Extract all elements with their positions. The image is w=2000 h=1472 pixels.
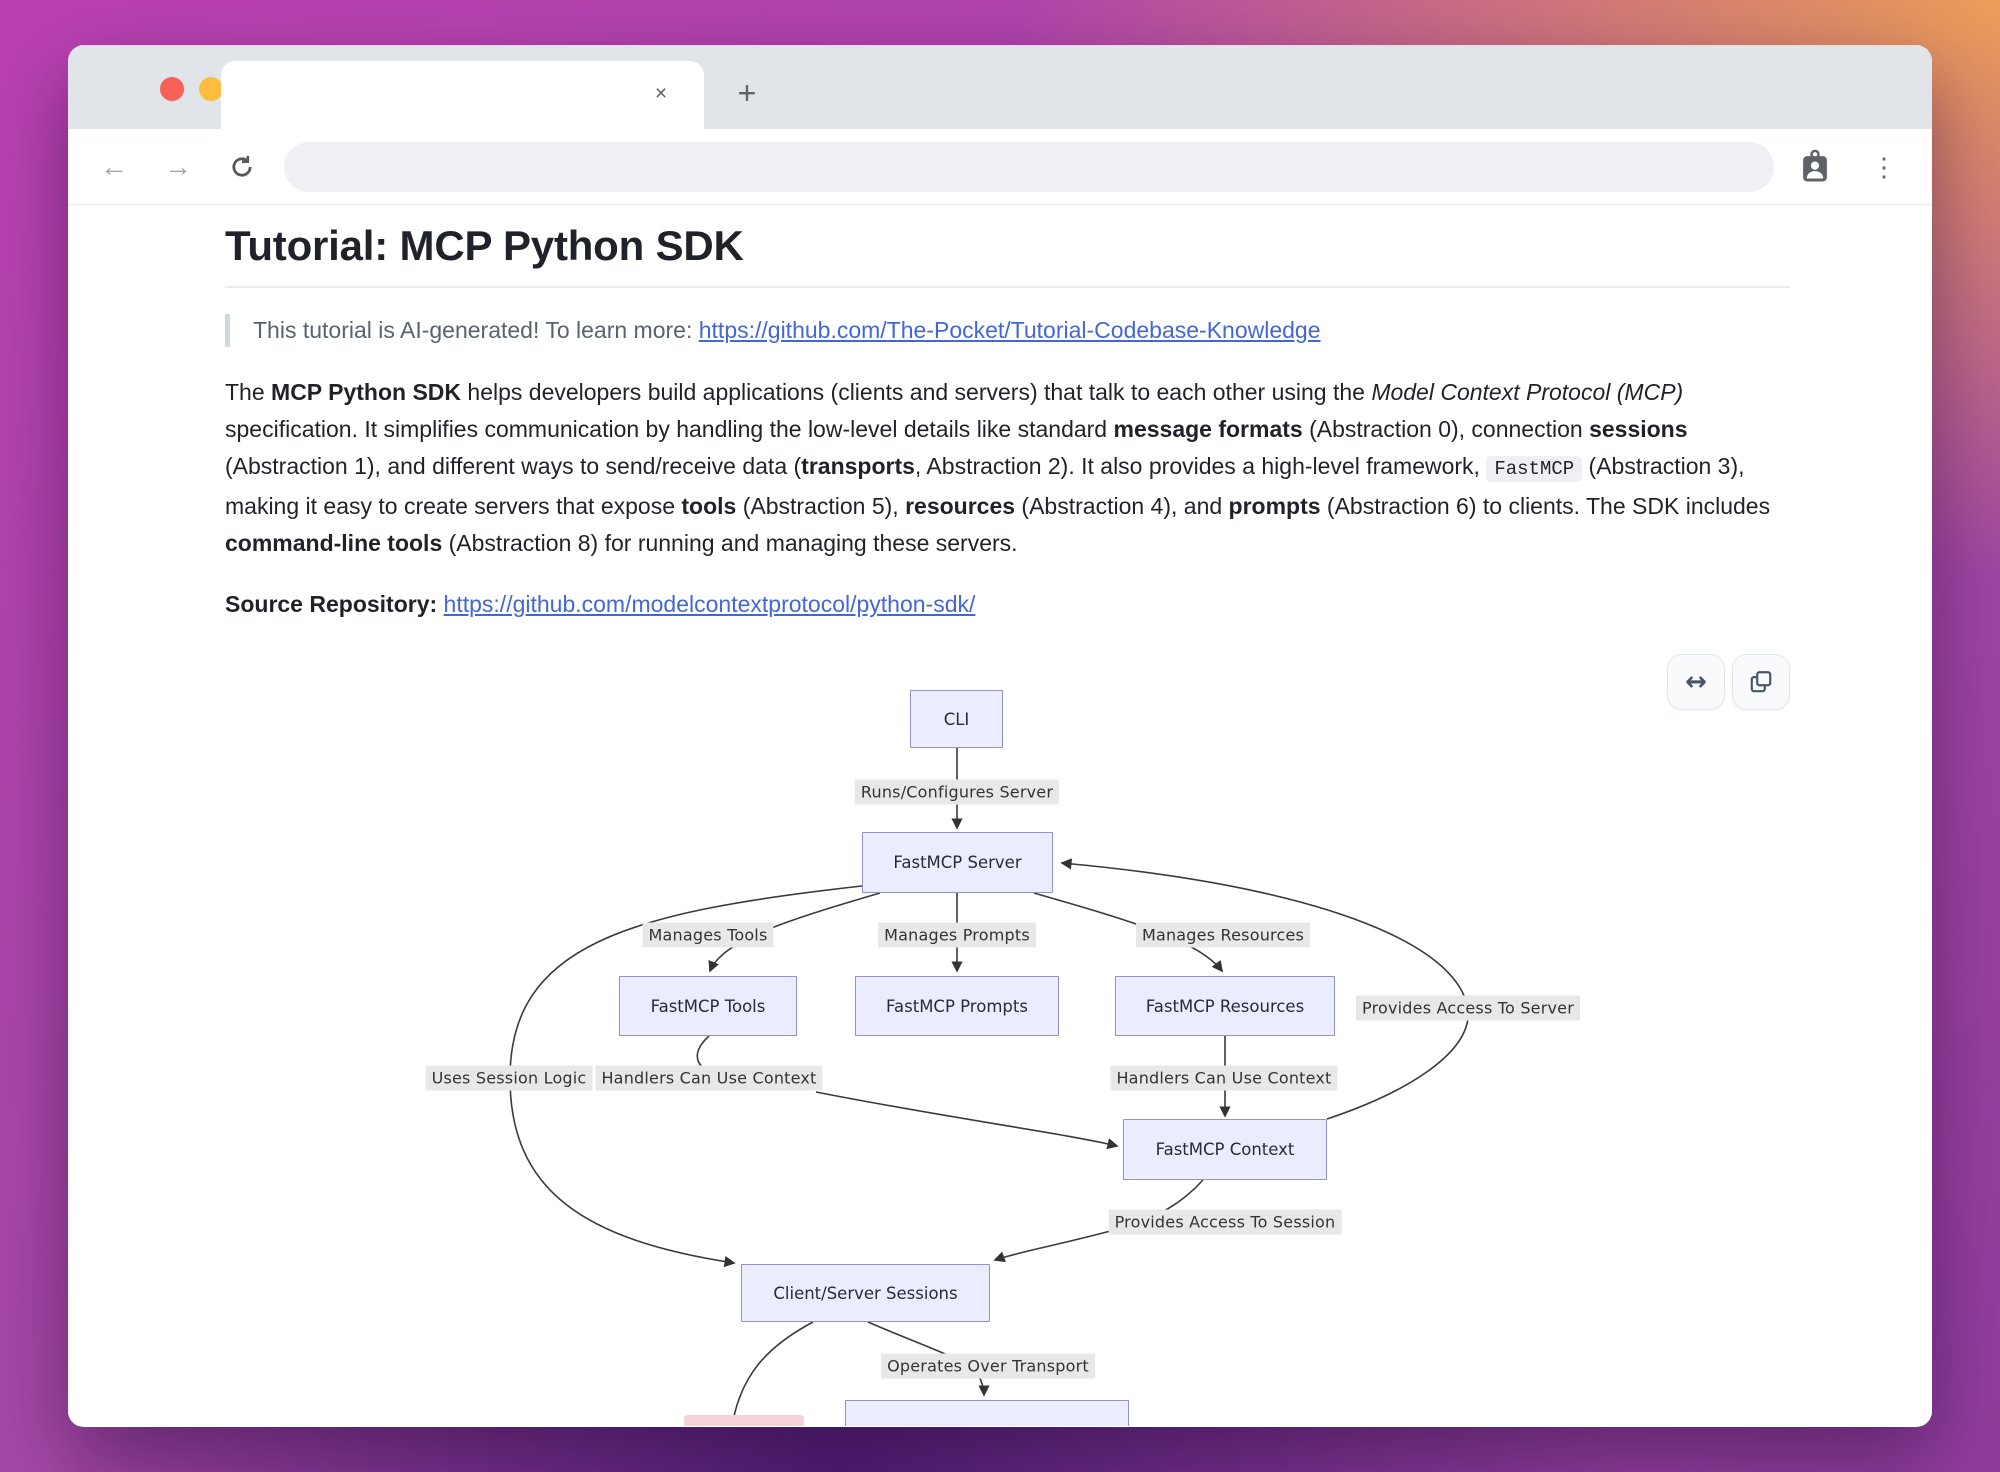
diagram-node-tools: FastMCP Tools <box>619 976 797 1036</box>
intro-text-segment: (Abstraction 4), and <box>1015 493 1229 519</box>
minimize-window-button[interactable] <box>199 77 223 101</box>
diagram-node-sessions: Client/Server Sessions <box>741 1264 990 1322</box>
expand-icon: ↔ <box>1685 667 1707 697</box>
source-repository-link[interactable]: https://github.com/modelcontextprotocol/… <box>444 591 976 617</box>
edge-label-manages-tools: Manages Tools <box>643 923 774 948</box>
intro-text-segment: (Abstraction 1), and different ways to s… <box>225 453 801 479</box>
intro-text-segment: MCP Python SDK <box>271 379 461 405</box>
intro-text-segment: prompts <box>1229 493 1321 519</box>
intro-text-segment: helps developers build applications (cli… <box>461 379 1371 405</box>
diagram-node-resources: FastMCP Resources <box>1115 976 1335 1036</box>
back-arrow-icon[interactable]: ← <box>88 141 140 193</box>
forward-arrow-icon[interactable]: → <box>152 141 204 193</box>
source-repository-line: Source Repository: https://github.com/mo… <box>225 591 1790 618</box>
diagram-node-cli: CLI <box>910 690 1003 748</box>
page-title: Tutorial: MCP Python SDK <box>225 222 1790 270</box>
url-input[interactable] <box>284 142 1774 192</box>
intro-text-segment: tools <box>681 493 736 519</box>
tutorial-link[interactable]: https://github.com/The-Pocket/Tutorial-C… <box>699 317 1321 343</box>
browser-toolbar: ← → ⋮ <box>68 129 1932 205</box>
intro-text-segment: specification. It simplifies communicati… <box>225 416 1114 442</box>
intro-text-segment: sessions <box>1589 416 1687 442</box>
diagram-node-context: FastMCP Context <box>1123 1119 1327 1180</box>
intro-text-segment: Model Context Protocol (MCP) <box>1371 379 1683 405</box>
source-repository-label: Source Repository: <box>225 591 444 617</box>
browser-tab[interactable]: × <box>221 61 704 129</box>
intro-text-segment: (Abstraction 0), connection <box>1303 416 1589 442</box>
intro-text-segment: (Abstraction 5), <box>736 493 905 519</box>
intro-text-segment: (Abstraction 8) for running and managing… <box>442 530 1017 556</box>
intro-text-segment: The <box>225 379 271 405</box>
expand-diagram-button[interactable]: ↔ <box>1667 654 1725 710</box>
new-tab-button[interactable]: + <box>723 69 771 117</box>
note-text: This tutorial is AI-generated! To learn … <box>253 317 699 343</box>
architecture-flowchart: ↔ CLI FastMCP Server FastMCP Tools FastMCP … <box>68 640 1932 1426</box>
divider <box>225 286 1790 288</box>
intro-text-segment: transports <box>801 453 915 479</box>
intro-text-segment: message formats <box>1114 416 1303 442</box>
page-content: Tutorial: MCP Python SDK This tutorial i… <box>68 205 1932 1426</box>
intro-text-segment: , Abstraction 2). It also provides a hig… <box>915 453 1486 479</box>
edge-label-runs: Runs/Configures Server <box>855 780 1059 805</box>
reload-icon[interactable] <box>216 141 268 193</box>
browser-window: × + ← → ⋮ Tutorial: MCP Python SDK This … <box>68 45 1932 1427</box>
edge-label-manages-prompts: Manages Prompts <box>878 923 1036 948</box>
intro-text-segment: FastMCP <box>1486 456 1582 482</box>
ai-generated-note: This tutorial is AI-generated! To learn … <box>225 314 1790 347</box>
close-tab-icon[interactable]: × <box>646 79 676 109</box>
edge-label-provides-server: Provides Access To Server <box>1356 996 1580 1021</box>
diagram-node-server: FastMCP Server <box>862 832 1053 893</box>
copy-icon <box>1748 669 1774 695</box>
edge-label-operates: Operates Over Transport <box>881 1354 1095 1379</box>
copy-diagram-button[interactable] <box>1732 654 1790 710</box>
edge-label-handlers-left: Handlers Can Use Context <box>595 1066 822 1091</box>
intro-text-segment: resources <box>905 493 1015 519</box>
edge-label-handlers-right: Handlers Can Use Context <box>1110 1066 1337 1091</box>
close-window-button[interactable] <box>160 77 184 101</box>
intro-text-segment: (Abstraction 6) to clients. The SDK incl… <box>1321 493 1771 519</box>
clipped-edge-label-fragment <box>684 1415 804 1426</box>
edge-label-manages-resources: Manages Resources <box>1136 923 1310 948</box>
intro-text-segment: command-line tools <box>225 530 442 556</box>
profile-icon[interactable] <box>1796 149 1836 187</box>
edge-label-uses-session: Uses Session Logic <box>426 1066 593 1091</box>
edge-label-provides-session: Provides Access To Session <box>1109 1210 1342 1235</box>
diagram-node-prompts: FastMCP Prompts <box>855 976 1059 1036</box>
kebab-menu-icon[interactable]: ⋮ <box>1864 141 1904 193</box>
diagram-node-transports <box>845 1400 1129 1426</box>
intro-paragraph: The MCP Python SDK helps developers buil… <box>225 374 1790 562</box>
tab-strip: × + <box>68 45 1932 129</box>
